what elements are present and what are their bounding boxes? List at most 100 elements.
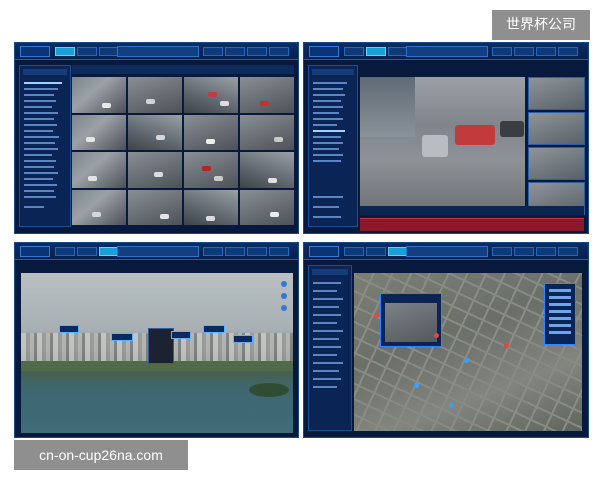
tree-item[interactable] <box>313 298 343 300</box>
camera-icon[interactable] <box>281 281 287 287</box>
nav-tab[interactable] <box>203 47 223 56</box>
map-pin-icon[interactable] <box>414 383 419 388</box>
tree-item[interactable] <box>313 282 341 284</box>
camera-feed[interactable] <box>240 77 294 113</box>
tree-item[interactable] <box>313 106 343 108</box>
tree-item[interactable] <box>313 112 339 114</box>
nav-tab[interactable] <box>269 247 289 256</box>
camera-icon[interactable] <box>281 305 287 311</box>
tree-item[interactable] <box>24 130 53 132</box>
satellite-map[interactable] <box>354 273 582 431</box>
nav-tab[interactable] <box>344 47 364 56</box>
tree-item[interactable] <box>313 370 339 372</box>
playback-timeline[interactable] <box>360 218 584 231</box>
tree-item[interactable] <box>313 136 341 138</box>
poi-label[interactable] <box>59 325 79 333</box>
tree-item[interactable] <box>24 184 57 186</box>
tree-item[interactable] <box>313 206 339 208</box>
tree-item[interactable] <box>24 154 52 156</box>
tree-item[interactable] <box>24 178 53 180</box>
legend-item[interactable] <box>549 310 571 313</box>
legend-item[interactable] <box>549 331 571 334</box>
camera-feed[interactable] <box>240 189 294 225</box>
main-camera-view[interactable] <box>360 77 525 215</box>
map-pin-icon[interactable] <box>434 333 439 338</box>
tree-item[interactable] <box>24 190 54 192</box>
tree-item[interactable] <box>313 338 339 340</box>
camera-feed[interactable] <box>72 152 126 188</box>
tree-item[interactable] <box>24 166 54 168</box>
tree-item[interactable] <box>313 330 343 332</box>
tree-item[interactable] <box>313 154 343 156</box>
tree-item[interactable] <box>313 196 343 198</box>
tree-item[interactable] <box>313 378 341 380</box>
camera-icon[interactable] <box>281 293 287 299</box>
nav-tab[interactable] <box>514 247 534 256</box>
legend-item[interactable] <box>549 303 571 306</box>
nav-tab[interactable] <box>388 47 408 56</box>
nav-tab[interactable] <box>225 47 245 56</box>
nav-tab[interactable] <box>366 47 386 56</box>
map-pin-icon[interactable] <box>374 313 379 318</box>
camera-feed[interactable] <box>72 114 126 150</box>
nav-tab[interactable] <box>225 247 245 256</box>
nav-tab[interactable] <box>344 247 364 256</box>
legend-item[interactable] <box>549 296 571 299</box>
aerial-camera-view[interactable] <box>21 273 293 433</box>
tree-item[interactable] <box>313 142 343 144</box>
tree-item[interactable] <box>24 118 54 120</box>
camera-feed[interactable] <box>184 189 238 225</box>
camera-feed[interactable] <box>240 114 294 150</box>
camera-feed[interactable] <box>128 77 182 113</box>
poi-label[interactable] <box>233 335 253 343</box>
nav-tab[interactable] <box>366 247 386 256</box>
nav-tab[interactable] <box>536 247 556 256</box>
map-pin-icon[interactable] <box>504 343 509 348</box>
tree-item[interactable] <box>313 130 345 132</box>
sidebar-tabs[interactable] <box>312 269 348 275</box>
tree-item[interactable] <box>313 314 341 316</box>
nav-tab[interactable] <box>55 247 75 256</box>
tree-item[interactable] <box>24 196 56 198</box>
tree-item[interactable] <box>24 160 56 162</box>
camera-feed[interactable] <box>240 152 294 188</box>
nav-tab[interactable] <box>55 47 75 56</box>
tree-item[interactable] <box>313 118 343 120</box>
tree-item[interactable] <box>24 88 58 90</box>
tree-item[interactable] <box>313 346 341 348</box>
nav-tab[interactable] <box>269 47 289 56</box>
tree-item[interactable] <box>313 160 341 162</box>
tree-item[interactable] <box>313 306 339 308</box>
tree-item[interactable] <box>24 124 57 126</box>
tree-item[interactable] <box>313 386 337 388</box>
tree-item[interactable] <box>313 362 343 364</box>
nav-tab[interactable] <box>536 47 556 56</box>
tree-item[interactable] <box>313 82 347 84</box>
camera-feed[interactable] <box>128 114 182 150</box>
tree-item[interactable] <box>24 112 58 114</box>
nav-tab[interactable] <box>492 247 512 256</box>
tree-item[interactable] <box>24 142 55 144</box>
tree-item[interactable] <box>313 94 345 96</box>
camera-popup[interactable] <box>380 293 442 347</box>
nav-tab[interactable] <box>247 47 267 56</box>
nav-tab[interactable] <box>77 247 97 256</box>
sidebar-tabs[interactable] <box>312 69 354 75</box>
nav-tab[interactable] <box>77 47 97 56</box>
nav-tab[interactable] <box>203 247 223 256</box>
nav-tab[interactable] <box>247 247 267 256</box>
camera-thumbnail[interactable] <box>528 77 585 110</box>
tree-item[interactable] <box>24 136 59 138</box>
poi-label[interactable] <box>171 331 191 339</box>
tree-item[interactable] <box>24 106 52 108</box>
tree-item[interactable] <box>24 94 54 96</box>
tree-item[interactable] <box>313 216 341 218</box>
tree-item[interactable] <box>313 290 337 292</box>
nav-tab[interactable] <box>558 247 578 256</box>
tree-item[interactable] <box>313 354 337 356</box>
map-pin-icon[interactable] <box>464 358 469 363</box>
nav-tab[interactable] <box>558 47 578 56</box>
map-pin-icon[interactable] <box>449 403 454 408</box>
legend-item[interactable] <box>549 289 571 292</box>
legend-item[interactable] <box>549 317 571 320</box>
